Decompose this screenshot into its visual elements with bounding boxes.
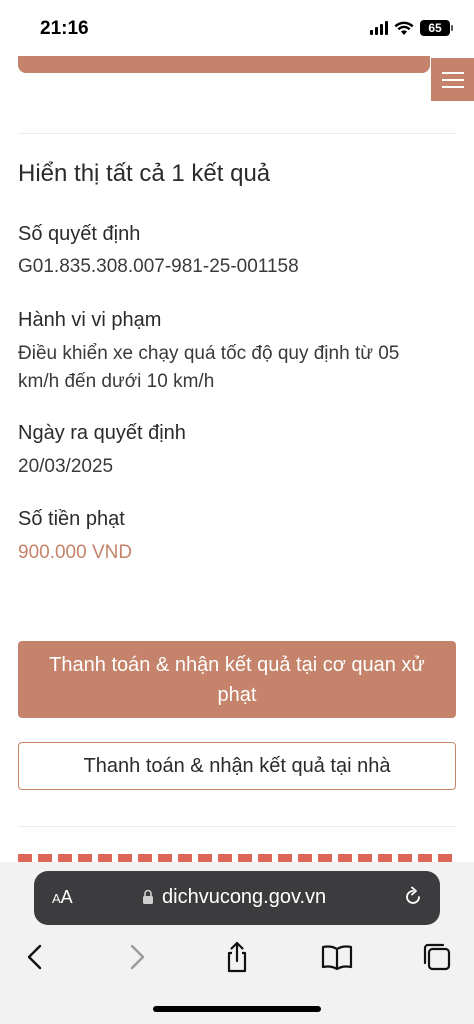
field-label-fine-amount: Số tiền phạt (18, 508, 125, 530)
status-time: 21:16 (40, 18, 89, 39)
browser-toolbar (0, 932, 474, 982)
cut-off-link-text[interactable] (18, 852, 456, 862)
field-value-decision-number: G01.835.308.007-981-25-001158 (18, 256, 299, 277)
tabs-icon[interactable] (420, 940, 454, 974)
status-bar: 21:16 65 (0, 0, 474, 56)
battery-icon: 65 (420, 20, 453, 36)
home-indicator (153, 1006, 321, 1012)
lock-icon (143, 889, 153, 904)
field-label-decision-date: Ngày ra quyết định (18, 422, 186, 444)
reader-text-size-button[interactable]: AA (52, 887, 73, 908)
menu-icon (441, 71, 464, 74)
divider (18, 133, 456, 134)
header-bar-partial (18, 56, 430, 73)
forward-icon[interactable] (120, 940, 154, 974)
back-icon[interactable] (18, 940, 52, 974)
address-bar[interactable]: AA dichvucong.gov.vn (34, 871, 440, 925)
wifi-icon (394, 21, 414, 35)
results-title: Hiển thị tất cả 1 kết quả (18, 160, 271, 187)
url-text: dichvucong.gov.vn (162, 886, 327, 908)
field-value-violation: Điều khiển xe chạy quá tốc độ quy định t… (18, 343, 400, 392)
field-label-decision-number: Số quyết định (18, 223, 141, 245)
field-value-decision-date: 20/03/2025 (18, 456, 114, 477)
pay-at-agency-button[interactable]: Thanh toán & nhận kết quả tại cơ quan xử… (18, 641, 456, 718)
reload-icon[interactable] (402, 886, 424, 908)
bookmarks-icon[interactable] (320, 940, 354, 974)
field-label-violation: Hành vi vi phạm (18, 309, 162, 331)
status-icons: 65 (370, 20, 453, 36)
field-value-fine-amount: 900.000 VND (18, 542, 133, 563)
divider (18, 826, 456, 827)
menu-button[interactable] (431, 58, 474, 101)
share-icon[interactable] (220, 940, 254, 974)
cellular-signal-icon (370, 21, 388, 35)
pay-at-home-button[interactable]: Thanh toán & nhận kết quả tại nhà (18, 742, 456, 790)
